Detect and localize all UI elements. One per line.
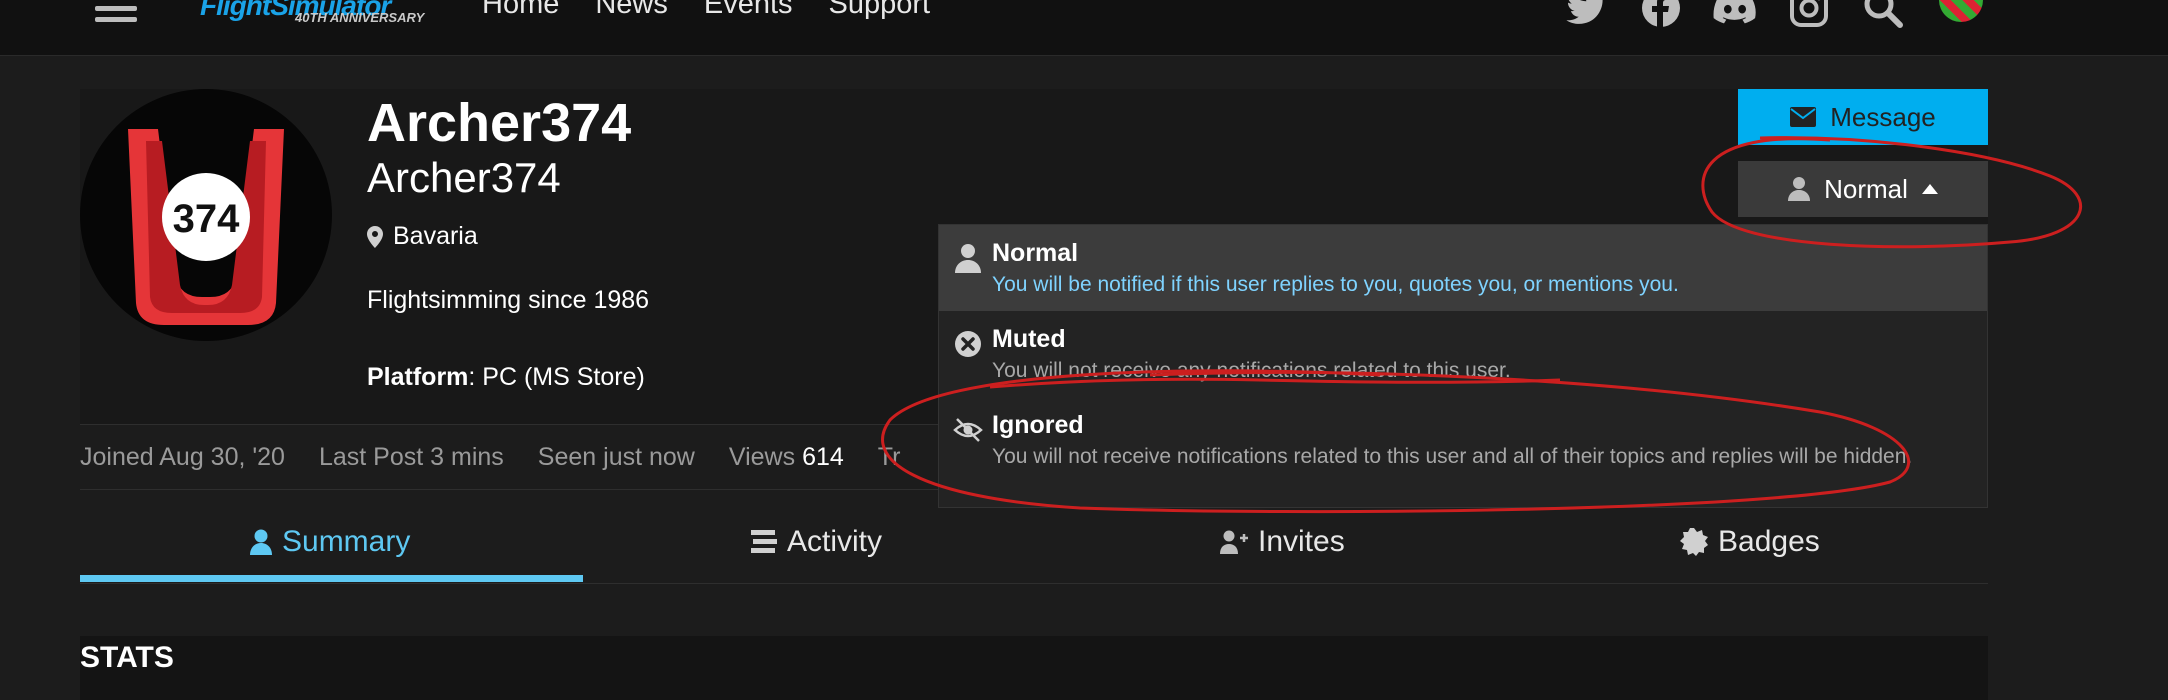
- profile-location: Bavaria: [367, 222, 478, 251]
- nav-support[interactable]: Support: [829, 0, 931, 21]
- profile-bio: Flightsimming since 1986: [367, 286, 650, 314]
- stats-section-title: STATS: [80, 641, 174, 674]
- facebook-icon[interactable]: [1639, 0, 1683, 28]
- stat-joined-value: Aug 30, '20: [159, 442, 285, 471]
- notification-level-button[interactable]: Normal: [1738, 161, 1988, 217]
- main-nav: Home News Events Support: [482, 0, 930, 21]
- eye-slash-icon: [953, 418, 983, 442]
- notification-level-menu: Normal You will be notified if this user…: [938, 224, 1988, 508]
- logo-anniversary-text: 40TH ANNIVERSARY: [295, 10, 425, 25]
- stats-section: [80, 636, 1988, 700]
- envelope-icon: [1790, 107, 1817, 127]
- platform-value: : PC (MS Store): [468, 363, 645, 391]
- stat-last-post: Last Post 3 mins: [319, 443, 504, 472]
- menu-item-muted-desc: You will not receive any notifications r…: [992, 359, 1511, 382]
- menu-item-ignored-title: Ignored: [992, 411, 1084, 439]
- site-logo[interactable]: FlightSimulator 40TH ANNIVERSARY: [190, 0, 450, 36]
- caret-up-icon: [1921, 184, 1938, 194]
- nav-home[interactable]: Home: [482, 0, 559, 21]
- profile-platform: Platform: PC (MS Store): [367, 363, 645, 392]
- user-icon: [1788, 177, 1811, 201]
- menu-item-ignored-desc: You will not receive notifications relat…: [992, 445, 1913, 468]
- menu-item-normal-title: Normal: [992, 239, 1079, 267]
- instagram-icon[interactable]: [1787, 0, 1831, 27]
- profile-username: Archer374: [367, 93, 632, 153]
- search-icon[interactable]: [1861, 0, 1905, 28]
- top-header: FlightSimulator 40TH ANNIVERSARY Home Ne…: [0, 0, 2168, 56]
- tab-activity[interactable]: Activity: [751, 500, 882, 584]
- notification-level-label: Normal: [1824, 173, 1908, 204]
- tab-activity-label: Activity: [787, 525, 883, 558]
- tab-invites-label: Invites: [1258, 525, 1345, 558]
- stat-last-post-label: Last Post: [318, 442, 424, 471]
- menu-item-normal[interactable]: Normal You will be notified if this user…: [939, 225, 1987, 311]
- message-button[interactable]: Message: [1738, 89, 1988, 145]
- tab-badges-label: Badges: [1718, 525, 1820, 558]
- tab-summary[interactable]: Summary: [250, 500, 410, 584]
- user-icon: [955, 244, 981, 273]
- menu-item-normal-desc: You will be notified if this user replie…: [992, 273, 1679, 296]
- user-plus-icon: [1220, 530, 1248, 554]
- nav-events[interactable]: Events: [704, 0, 793, 21]
- platform-label: Platform: [367, 363, 469, 391]
- user-icon: [250, 529, 272, 555]
- stat-truncated: Tr: [877, 442, 901, 471]
- discord-icon[interactable]: [1713, 0, 1757, 26]
- tab-summary-label: Summary: [282, 525, 411, 558]
- avatar-number: 374: [173, 197, 240, 241]
- location-text: Bavaria: [393, 222, 478, 250]
- tab-badges[interactable]: Badges: [1680, 500, 1820, 584]
- hamburger-menu-icon[interactable]: [95, 0, 137, 22]
- stat-seen: Seen just now: [538, 443, 695, 472]
- menu-item-ignored[interactable]: Ignored You will not receive notificatio…: [939, 397, 1987, 507]
- tab-invites[interactable]: Invites: [1220, 500, 1345, 584]
- nav-news[interactable]: News: [595, 0, 668, 21]
- certificate-icon: [1680, 528, 1708, 556]
- active-tab-indicator: [80, 575, 583, 582]
- profile-avatar: 374: [80, 89, 332, 341]
- menu-item-muted-title: Muted: [992, 325, 1066, 353]
- twitter-icon[interactable]: [1565, 0, 1609, 26]
- stat-joined: Joined Aug 30, '20: [80, 443, 285, 472]
- stat-views-label: Views: [728, 442, 796, 471]
- profile-full-name: Archer374: [367, 154, 561, 201]
- header-icons: 2: [1565, 0, 1983, 30]
- stream-icon: [751, 530, 777, 553]
- message-button-label: Message: [1830, 101, 1936, 132]
- stat-views: Views 614: [729, 443, 844, 472]
- stat-views-value: 614: [802, 442, 844, 471]
- times-circle-icon: [955, 331, 981, 357]
- map-marker-icon: [367, 225, 383, 248]
- current-user-avatar-letter: 2: [1952, 0, 1964, 6]
- stat-seen-value: just now: [603, 442, 695, 471]
- stat-joined-label: Joined: [80, 442, 154, 471]
- current-user-avatar[interactable]: 2: [1939, 0, 1983, 22]
- stat-seen-label: Seen: [537, 442, 597, 471]
- stat-last-post-value: 3 mins: [430, 442, 504, 471]
- menu-item-muted[interactable]: Muted You will not receive any notificat…: [939, 311, 1987, 397]
